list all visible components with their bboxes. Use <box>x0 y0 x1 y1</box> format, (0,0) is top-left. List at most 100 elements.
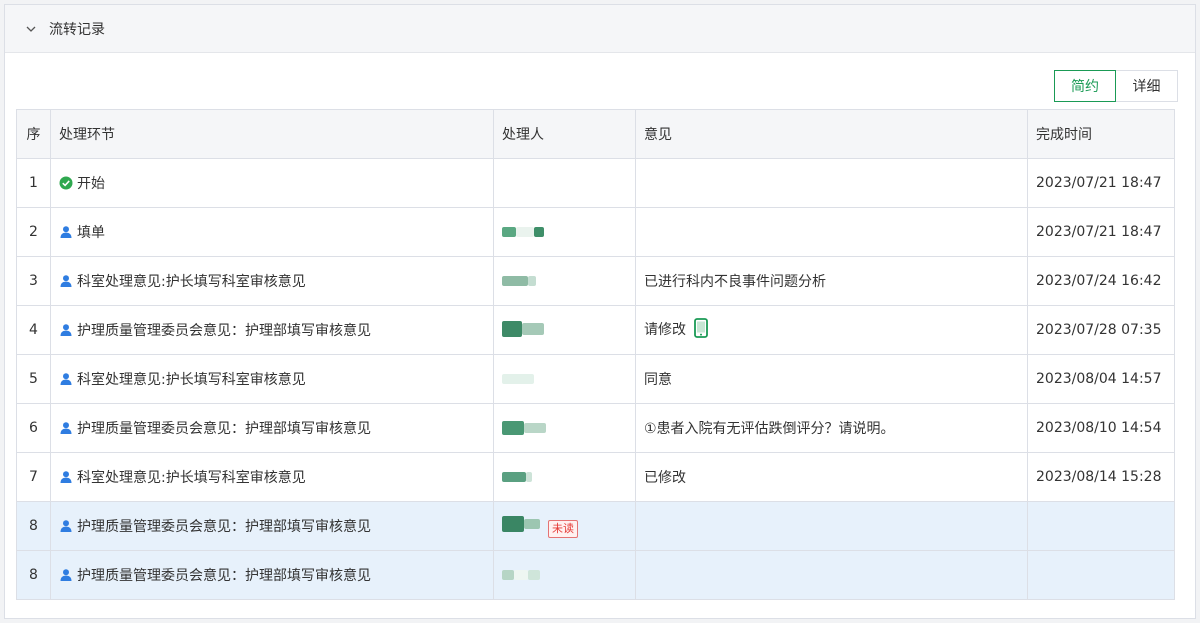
mobile-phone-icon <box>694 318 708 342</box>
step-label: 护理质量管理委员会意见：护理部填写审核意见 <box>77 420 371 437</box>
detail-view-button[interactable]: 详细 <box>1116 70 1178 102</box>
col-header-index: 序 <box>16 109 51 159</box>
col-header-handler: 处理人 <box>493 109 636 159</box>
table-row[interactable]: 8 护理质量管理委员会意见：护理部填写审核意见 未读 <box>16 501 1175 551</box>
step-cell: 护理质量管理委员会意见：护理部填写审核意见 <box>50 550 494 600</box>
row-index: 8 <box>16 501 51 551</box>
step-cell: 科室处理意见:护长填写科室审核意见 <box>50 452 494 502</box>
user-icon <box>59 323 77 337</box>
table-row[interactable]: 1 开始 2023/07/21 18:47 <box>16 158 1175 208</box>
time-cell: 2023/08/10 14:54 <box>1027 403 1175 453</box>
panel-header[interactable]: 流转记录 <box>5 5 1195 53</box>
opinion-cell: 已进行科内不良事件问题分析 <box>635 256 1028 306</box>
step-cell: 开始 <box>50 158 494 208</box>
opinion-cell <box>635 501 1028 551</box>
handler-cell <box>493 207 636 257</box>
step-label: 科室处理意见:护长填写科室审核意见 <box>77 371 306 388</box>
step-label: 护理质量管理委员会意见：护理部填写审核意见 <box>77 567 371 584</box>
redacted-name <box>502 271 536 291</box>
simple-view-button[interactable]: 简约 <box>1054 70 1116 102</box>
step-label: 护理质量管理委员会意见：护理部填写审核意见 <box>77 518 371 535</box>
step-cell: 护理质量管理委员会意见：护理部填写审核意见 <box>50 403 494 453</box>
user-icon <box>59 225 77 239</box>
redacted-name <box>502 319 544 339</box>
opinion-text: 已进行科内不良事件问题分析 <box>644 274 826 290</box>
user-icon <box>59 372 77 386</box>
row-index: 3 <box>16 256 51 306</box>
opinion-text: 同意 <box>644 372 672 388</box>
panel-title: 流转记录 <box>49 21 105 38</box>
step-cell: 护理质量管理委员会意见：护理部填写审核意见 <box>50 305 494 355</box>
table-row[interactable]: 4 护理质量管理委员会意见：护理部填写审核意见 请修改 2023/07/28 07:3… <box>16 305 1175 355</box>
redacted-name <box>502 418 546 438</box>
user-icon <box>59 568 77 582</box>
user-icon <box>59 421 77 435</box>
col-header-time: 完成时间 <box>1027 109 1175 159</box>
opinion-cell <box>635 158 1028 208</box>
handler-cell <box>493 403 636 453</box>
col-header-opinion: 意见 <box>635 109 1028 159</box>
handler-cell <box>493 550 636 600</box>
step-label: 科室处理意见:护长填写科室审核意见 <box>77 469 306 486</box>
time-cell: 2023/07/21 18:47 <box>1027 207 1175 257</box>
opinion-cell <box>635 550 1028 600</box>
user-icon <box>59 470 77 484</box>
step-label: 开始 <box>77 175 105 192</box>
time-cell <box>1027 550 1175 600</box>
step-label: 护理质量管理委员会意见：护理部填写审核意见 <box>77 322 371 339</box>
redacted-name <box>502 514 540 534</box>
table-row[interactable]: 3 科室处理意见:护长填写科室审核意见 已进行科内不良事件问题分析 2023/07/2… <box>16 256 1175 306</box>
row-index: 8 <box>16 550 51 600</box>
opinion-cell: 已修改 <box>635 452 1028 502</box>
opinion-cell: ①患者入院有无评估跌倒评分？请说明。 <box>635 403 1028 453</box>
chevron-down-icon[interactable] <box>21 19 41 39</box>
flow-record-table: 序 处理环节 处理人 意见 完成时间 1 开始 2023/07/21 18:47 2 填… <box>16 109 1175 600</box>
redacted-name <box>502 222 544 242</box>
table-row[interactable]: 5 科室处理意见:护长填写科室审核意见 同意 2023/08/04 14:57 <box>16 354 1175 404</box>
step-label: 科室处理意见:护长填写科室审核意见 <box>77 273 306 290</box>
row-index: 7 <box>16 452 51 502</box>
handler-cell <box>493 158 636 208</box>
handler-cell <box>493 256 636 306</box>
row-index: 1 <box>16 158 51 208</box>
row-index: 2 <box>16 207 51 257</box>
step-cell: 科室处理意见:护长填写科室审核意见 <box>50 256 494 306</box>
handler-cell <box>493 305 636 355</box>
row-index: 5 <box>16 354 51 404</box>
check-circle-icon <box>59 176 77 190</box>
time-cell: 2023/07/28 07:35 <box>1027 305 1175 355</box>
redacted-name <box>502 565 540 585</box>
opinion-cell: 请修改 <box>635 305 1028 355</box>
time-cell <box>1027 501 1175 551</box>
handler-cell <box>493 354 636 404</box>
table-row[interactable]: 7 科室处理意见:护长填写科室审核意见 已修改 2023/08/14 15:28 <box>16 452 1175 502</box>
step-label: 填单 <box>77 224 105 241</box>
step-cell: 护理质量管理委员会意见：护理部填写审核意见 <box>50 501 494 551</box>
table-header-row: 序 处理环节 处理人 意见 完成时间 <box>16 109 1175 159</box>
step-cell: 科室处理意见:护长填写科室审核意见 <box>50 354 494 404</box>
user-icon <box>59 519 77 533</box>
table-row[interactable]: 8 护理质量管理委员会意见：护理部填写审核意见 <box>16 550 1175 600</box>
step-cell: 填单 <box>50 207 494 257</box>
row-index: 6 <box>16 403 51 453</box>
row-index: 4 <box>16 305 51 355</box>
redacted-name <box>502 467 532 487</box>
table-row[interactable]: 6 护理质量管理委员会意见：护理部填写审核意见 ①患者入院有无评估跌倒评分？请说明。… <box>16 403 1175 453</box>
col-header-step: 处理环节 <box>50 109 494 159</box>
opinion-text: 已修改 <box>644 470 686 486</box>
unread-badge: 未读 <box>548 520 578 538</box>
time-cell: 2023/07/24 16:42 <box>1027 256 1175 306</box>
opinion-cell: 同意 <box>635 354 1028 404</box>
handler-cell: 未读 <box>493 501 636 551</box>
redacted-name <box>502 369 534 389</box>
handler-cell <box>493 452 636 502</box>
opinion-text: 请修改 <box>644 322 686 338</box>
table-row[interactable]: 2 填单 2023/07/21 18:47 <box>16 207 1175 257</box>
time-cell: 2023/08/04 14:57 <box>1027 354 1175 404</box>
opinion-text: ①患者入院有无评估跌倒评分？请说明。 <box>644 421 895 437</box>
time-cell: 2023/07/21 18:47 <box>1027 158 1175 208</box>
opinion-cell <box>635 207 1028 257</box>
time-cell: 2023/08/14 15:28 <box>1027 452 1175 502</box>
view-toggle: 简约 详细 <box>1054 70 1178 102</box>
user-icon <box>59 274 77 288</box>
